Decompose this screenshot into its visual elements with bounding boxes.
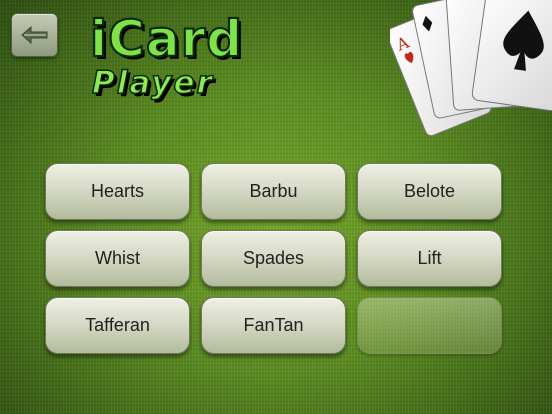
game-button-tafferan[interactable]: Tafferan — [45, 297, 190, 354]
game-button-barbu[interactable]: Barbu — [201, 163, 346, 220]
game-button-whist[interactable]: Whist — [45, 230, 190, 287]
game-button-belote[interactable]: Belote — [357, 163, 502, 220]
game-button-hearts[interactable]: Hearts — [45, 163, 190, 220]
playing-cards-icon: A — [390, 0, 552, 137]
empty-game-slot — [357, 297, 502, 354]
game-button-spades[interactable]: Spades — [201, 230, 346, 287]
game-button-fantan[interactable]: FanTan — [201, 297, 346, 354]
game-button-lift[interactable]: Lift — [357, 230, 502, 287]
back-button[interactable] — [11, 13, 58, 57]
logo-subtitle: Player — [91, 65, 214, 101]
back-arrow-icon — [20, 25, 47, 45]
app-logo: iCard Player — [86, 13, 271, 102]
logo-title: iCard — [89, 10, 244, 68]
